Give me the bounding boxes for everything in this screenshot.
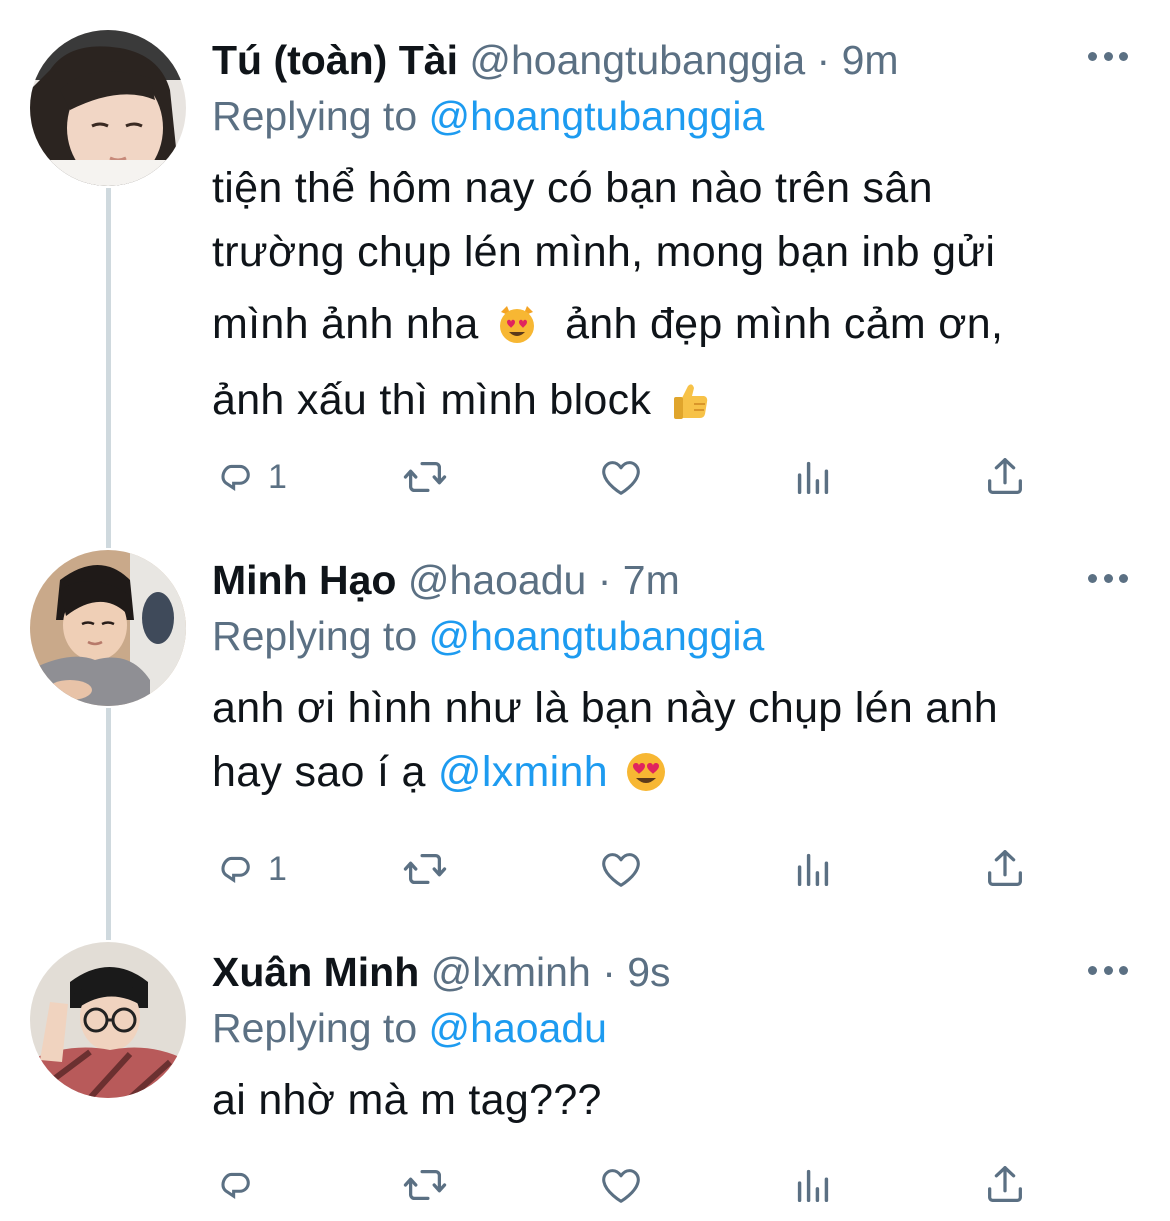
replying-to-label: Replying to [212,93,418,139]
like-icon [598,846,644,892]
more-options-icon[interactable] [1088,572,1128,584]
retweet-icon [402,1162,448,1208]
tweet-header: Tú (toàn) Tài @hoangtubanggia · 9m [212,34,1130,86]
reply-button[interactable]: 1 [212,844,287,894]
timestamp[interactable]: 7m [623,557,680,603]
retweet-button[interactable] [402,1160,448,1210]
tweet-text-line: ảnh xấu thì mình block [212,376,652,424]
like-icon [598,454,644,500]
replying-to-handle[interactable]: @haoadu [429,1005,607,1051]
tweet-actions [212,1160,1042,1210]
tweet[interactable]: Minh Hạo @haoadu · 7m Replying to @hoang… [0,520,1170,920]
analytics-button[interactable] [790,844,836,894]
reply-count: 1 [268,457,287,496]
like-icon [598,1162,644,1208]
tweet[interactable]: Tú (toàn) Tài @hoangtubanggia · 9m Reply… [0,0,1170,520]
display-name[interactable]: Xuân Minh [212,949,419,995]
display-name[interactable]: Tú (toàn) Tài [212,37,458,83]
retweet-button[interactable] [402,452,448,502]
share-button[interactable] [982,844,1028,894]
analytics-icon [790,846,836,892]
retweet-icon [402,846,448,892]
tweet-actions: 1 [212,452,1042,502]
tweet-text-line: trường chụp lén mình, mong bạn inb gửi [212,228,996,276]
tweet-text-line: hay sao í ạ [212,748,426,796]
replying-to-label: Replying to [212,613,418,659]
reply-button[interactable] [212,1160,268,1210]
avatar[interactable] [30,550,186,706]
heart-eyes-emoji [624,750,668,794]
analytics-button[interactable] [790,1160,836,1210]
replying-to: Replying to @haoadu [212,1002,1130,1054]
replying-to-handle[interactable]: @hoangtubanggia [429,613,765,659]
tweet-text-line: ảnh đẹp mình cảm ơn, [565,300,1004,348]
user-handle[interactable]: @haoadu [408,557,586,603]
mention-link[interactable]: @lxminh [438,748,608,796]
separator: · [597,557,612,603]
tweet-text: anh ơi hình như là bạn này chụp lén anh … [212,676,1130,804]
reply-icon [212,454,258,500]
display-name[interactable]: Minh Hạo [212,557,396,603]
reply-icon [212,1162,258,1208]
timestamp[interactable]: 9s [627,949,670,995]
replying-to-handle[interactable]: @hoangtubanggia [429,93,765,139]
like-button[interactable] [598,844,644,894]
tweet-text-line: tiện thể hôm nay có bạn nào trên sân [212,164,933,212]
share-icon [982,454,1028,500]
heart-eyes-cat-emoji [495,302,539,346]
avatar[interactable] [30,30,186,186]
separator: · [602,949,616,995]
share-icon [982,1162,1028,1208]
tweet-text-line: anh ơi hình như là bạn này chụp lén anh [212,684,998,732]
replying-to-label: Replying to [212,1005,418,1051]
share-icon [982,846,1028,892]
reply-count: 1 [268,849,287,888]
like-button[interactable] [598,1160,644,1210]
retweet-button[interactable] [402,844,448,894]
reply-icon [212,846,258,892]
avatar[interactable] [30,942,186,1098]
more-options-icon[interactable] [1088,964,1128,976]
replying-to: Replying to @hoangtubanggia [212,90,1130,142]
tweet-header: Xuân Minh @lxminh · 9s [212,946,1130,998]
analytics-icon [790,1162,836,1208]
reply-button[interactable]: 1 [212,452,287,502]
analytics-button[interactable] [790,452,836,502]
user-handle[interactable]: @lxminh [431,949,591,995]
user-handle[interactable]: @hoangtubanggia [469,37,805,83]
tweet-text-line: ai nhờ mà m tag??? [212,1076,602,1124]
share-button[interactable] [982,1160,1028,1210]
thumbs-up-emoji [668,378,712,422]
separator: · [816,37,831,83]
share-button[interactable] [982,452,1028,502]
like-button[interactable] [598,452,644,502]
tweet[interactable]: Xuân Minh @lxminh · 9s Replying to @haoa… [0,912,1170,1221]
more-options-icon[interactable] [1088,50,1128,62]
timestamp[interactable]: 9m [842,37,899,83]
tweet-header: Minh Hạo @haoadu · 7m [212,554,1130,606]
analytics-icon [790,454,836,500]
tweet-text: ai nhờ mà m tag??? [212,1068,1130,1132]
retweet-icon [402,454,448,500]
tweet-actions: 1 [212,844,1042,894]
tweet-text: tiện thể hôm nay có bạn nào trên sân trư… [212,156,1130,432]
replying-to: Replying to @hoangtubanggia [212,610,1130,662]
tweet-text-line: mình ảnh nha [212,300,479,348]
